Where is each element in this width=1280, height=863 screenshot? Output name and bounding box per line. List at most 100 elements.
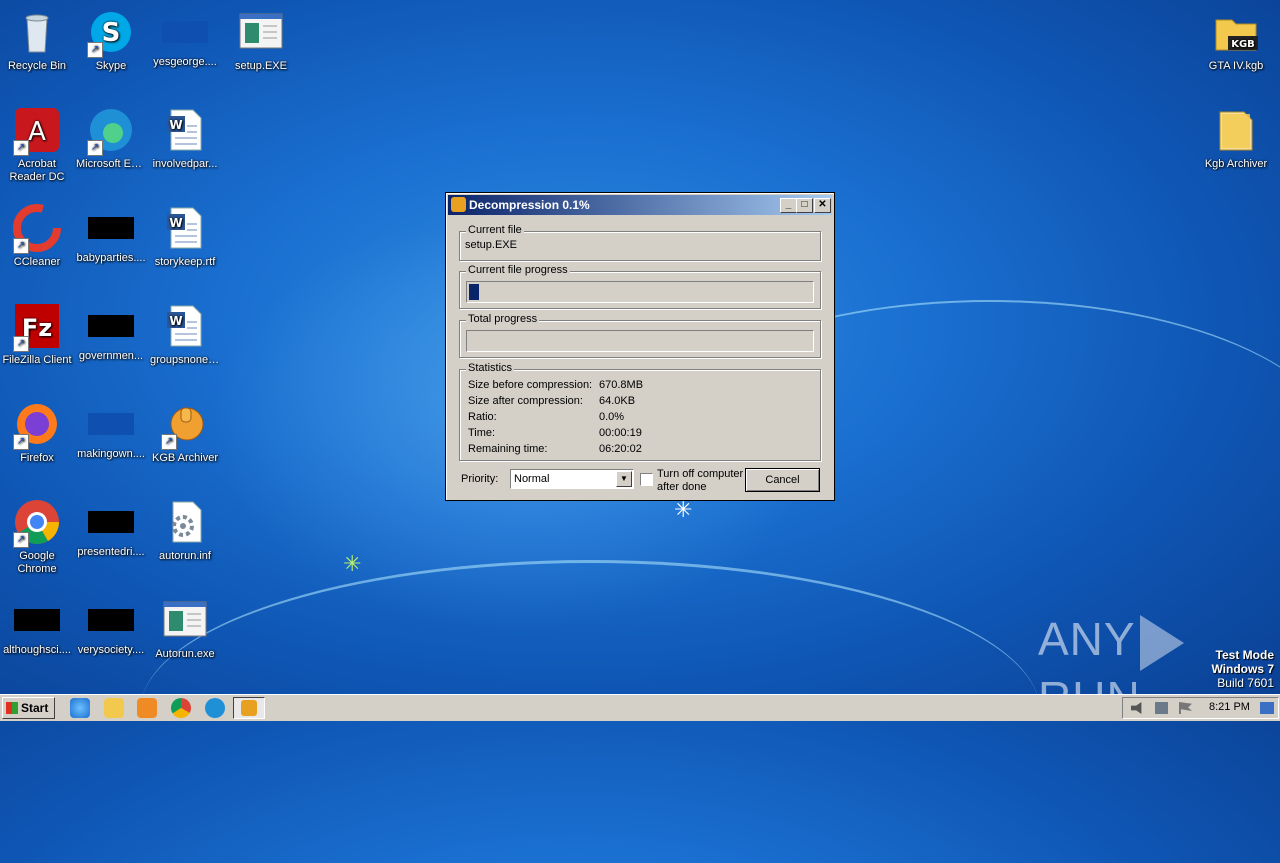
start-label: Start bbox=[21, 701, 49, 715]
desktop-icon-label: groupsnone.... bbox=[150, 354, 221, 366]
ccleaner-icon: ↗ bbox=[13, 204, 61, 254]
priority-label: Priority: bbox=[461, 473, 499, 485]
desktop-icon-gta-kgb[interactable]: KGB GTA IV.kgb bbox=[1199, 8, 1273, 73]
volume-icon[interactable] bbox=[1131, 702, 1142, 714]
word-doc-icon: W bbox=[161, 204, 209, 252]
maximize-button[interactable]: □ bbox=[796, 198, 813, 213]
desktop-icon-label: althoughsci.... bbox=[3, 644, 71, 656]
desktop-icon-recycle-bin[interactable]: Recycle Bin bbox=[0, 8, 74, 73]
show-desktop-icon[interactable] bbox=[1260, 702, 1274, 714]
current-file-progress-bar bbox=[466, 281, 814, 303]
file-explorer-icon[interactable] bbox=[104, 698, 124, 718]
stat-label: Ratio: bbox=[468, 411, 497, 423]
media-player-icon[interactable] bbox=[137, 698, 157, 718]
black-file-icon bbox=[88, 315, 134, 337]
word-doc-icon: W bbox=[161, 302, 209, 350]
shortcut-arrow-icon: ↗ bbox=[13, 336, 29, 352]
desktop-icon-filezilla[interactable]: Fz ↗ FileZilla Client bbox=[0, 302, 74, 367]
desktop-icon-involvedpar[interactable]: W involvedpar... bbox=[148, 106, 222, 171]
desktop-icon-label: makingown.... bbox=[77, 448, 145, 460]
desktop-icon-skype[interactable]: S ↗ Skype bbox=[74, 8, 148, 73]
action-center-flag-icon[interactable] bbox=[1179, 702, 1192, 714]
close-button[interactable]: ✕ bbox=[814, 198, 831, 213]
stat-value: 64.0KB bbox=[599, 395, 636, 407]
settings-file-icon bbox=[161, 498, 209, 546]
turn-off-label-line2: after done bbox=[657, 481, 707, 493]
test-mode-notice: Test Mode Windows 7 Build 7601 bbox=[1211, 648, 1274, 690]
priority-select[interactable]: Normal ▼ bbox=[510, 469, 634, 489]
clock[interactable]: 8:21 PM bbox=[1209, 701, 1250, 713]
recycle-bin-icon bbox=[13, 8, 61, 56]
kgb-thumb-icon: ↗ bbox=[161, 400, 209, 450]
shortcut-arrow-icon: ↗ bbox=[13, 140, 29, 156]
desktop-icon-verysociety[interactable]: verysociety.... bbox=[74, 596, 148, 657]
desktop-icon-label: autorun.inf bbox=[159, 550, 211, 562]
priority-value: Normal bbox=[514, 473, 550, 485]
dialog-titlebar[interactable]: Decompression 0.1% _ □ ✕ bbox=[448, 195, 832, 215]
kgb-app-icon bbox=[451, 197, 466, 212]
play-icon bbox=[1139, 614, 1184, 671]
blue-file-icon bbox=[162, 21, 208, 43]
svg-text:W: W bbox=[169, 118, 182, 132]
black-file-icon bbox=[88, 217, 134, 239]
stat-label: Remaining time: bbox=[468, 443, 548, 455]
svg-text:W: W bbox=[169, 216, 182, 230]
wallpaper-sparkle: ✳ bbox=[343, 551, 362, 576]
current-progress-group: Current file progress bbox=[459, 264, 821, 309]
desktop-icon-groupsnone[interactable]: W groupsnone.... bbox=[148, 302, 222, 367]
chrome-taskbar-icon[interactable] bbox=[171, 698, 191, 718]
stat-value: 00:00:19 bbox=[599, 427, 642, 439]
desktop-icon-kgb-archiver-shortcut[interactable]: ↗ KGB Archiver bbox=[148, 400, 222, 465]
desktop-icon-chrome[interactable]: ↗ Google Chrome bbox=[0, 498, 74, 576]
desktop-icon-edge[interactable]: ↗ Microsoft Edge bbox=[74, 106, 148, 171]
edge-icon: ↗ bbox=[87, 106, 135, 156]
desktop-icon-althoughsci[interactable]: althoughsci.... bbox=[0, 596, 74, 657]
total-progress-group: Total progress bbox=[459, 313, 821, 358]
edge-taskbar-icon[interactable] bbox=[205, 698, 225, 718]
network-icon[interactable] bbox=[1155, 702, 1168, 714]
system-tray: 8:21 PM bbox=[1122, 697, 1279, 719]
svg-text:W: W bbox=[169, 314, 182, 328]
desktop-icon-storykeep[interactable]: W storykeep.rtf bbox=[148, 204, 222, 269]
chevron-down-icon[interactable]: ▼ bbox=[616, 471, 632, 487]
svg-text:KGB: KGB bbox=[1231, 39, 1255, 50]
kgb-folder-icon: KGB bbox=[1212, 8, 1260, 56]
desktop-icon-babyparties[interactable]: babyparties.... bbox=[74, 204, 148, 265]
desktop-icon-label: KGB Archiver bbox=[151, 452, 219, 464]
kgb-archiver-taskbar-button[interactable] bbox=[233, 697, 265, 719]
turn-off-checkbox[interactable] bbox=[640, 473, 653, 486]
folder-icon bbox=[1212, 106, 1260, 154]
minimize-button[interactable]: _ bbox=[780, 198, 797, 213]
desktop-icon-label: Firefox bbox=[20, 452, 54, 464]
desktop-icon-label: Recycle Bin bbox=[7, 60, 67, 72]
stat-value: 670.8MB bbox=[599, 379, 644, 391]
desktop-icon-firefox[interactable]: ↗ Firefox bbox=[0, 400, 74, 465]
desktop-icon-label: FileZilla Client bbox=[2, 354, 72, 366]
turn-off-label: Turn off computer bbox=[657, 468, 744, 480]
desktop-icon-label: setup.EXE bbox=[235, 60, 287, 72]
decompression-dialog: Decompression 0.1% _ □ ✕ Current file se… bbox=[445, 192, 835, 501]
desktop-icon-kgb-archiver-folder[interactable]: Kgb Archiver bbox=[1199, 106, 1273, 171]
desktop-icon-label: GTA IV.kgb bbox=[1208, 60, 1264, 72]
skype-icon: S ↗ bbox=[87, 8, 135, 58]
desktop-icon-autorun-inf[interactable]: autorun.inf bbox=[148, 498, 222, 563]
desktop-icon-yesgeorge[interactable]: yesgeorge.... bbox=[148, 8, 222, 69]
black-file-icon bbox=[14, 609, 60, 631]
stat-value: 0.0% bbox=[599, 411, 625, 423]
desktop-icon-makingown[interactable]: makingown.... bbox=[74, 400, 148, 461]
windows-logo-icon bbox=[6, 702, 18, 714]
desktop-icon-acrobat[interactable]: A ↗ Acrobat Reader DC bbox=[0, 106, 74, 184]
black-file-icon bbox=[88, 511, 134, 533]
desktop-icon-setup-exe[interactable]: setup.EXE bbox=[224, 8, 298, 73]
watermark-text-left: ANY bbox=[1038, 613, 1136, 665]
setup-exe-icon bbox=[161, 596, 209, 644]
internet-explorer-icon[interactable] bbox=[70, 698, 90, 718]
test-mode-text: Test Mode bbox=[1215, 648, 1274, 662]
desktop-icon-ccleaner[interactable]: ↗ CCleaner bbox=[0, 204, 74, 269]
cancel-button[interactable]: Cancel bbox=[745, 468, 820, 492]
current-file-progress-fill bbox=[469, 284, 479, 300]
start-button[interactable]: Start bbox=[2, 697, 55, 719]
desktop-icon-autorun-exe[interactable]: Autorun.exe bbox=[148, 596, 222, 661]
desktop-icon-governmen[interactable]: governmen... bbox=[74, 302, 148, 363]
desktop-icon-presentedri[interactable]: presentedri.... bbox=[74, 498, 148, 559]
